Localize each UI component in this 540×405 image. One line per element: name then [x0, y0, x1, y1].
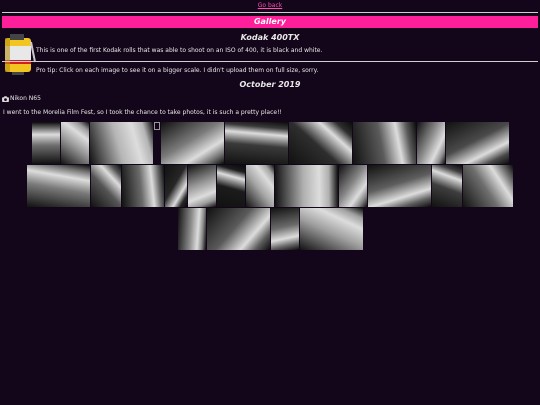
photo-thumbnail[interactable]	[416, 122, 445, 164]
roll-description: This is one of the first Kodak rolls tha…	[36, 47, 323, 54]
photo-thumbnail[interactable]	[31, 122, 60, 164]
photo-thumbnail[interactable]	[352, 122, 416, 164]
photo-thumbnail[interactable]	[165, 165, 187, 207]
photo-thumbnail[interactable]	[270, 208, 299, 250]
photo-thumbnail[interactable]	[206, 208, 270, 250]
photo-thumbnail[interactable]	[160, 122, 224, 164]
section-intro: I went to the Morelia Film Fest, so I to…	[3, 109, 282, 116]
divider	[2, 12, 538, 13]
divider	[2, 61, 538, 62]
broken-photo-thumbnail[interactable]	[153, 122, 160, 130]
camera-icon	[2, 95, 9, 102]
photo-thumbnail[interactable]	[27, 165, 90, 207]
photo-thumbnail[interactable]	[275, 165, 338, 207]
roll-title: Kodak 400TX	[240, 33, 300, 42]
page-title: Gallery	[2, 16, 538, 28]
photo-thumbnail[interactable]	[188, 165, 216, 207]
photo-thumbnail[interactable]	[288, 122, 352, 164]
photo-thumbnail[interactable]	[339, 165, 367, 207]
photo-thumbnail[interactable]	[432, 165, 462, 207]
photo-thumbnail[interactable]	[445, 122, 509, 164]
photo-gallery	[14, 122, 526, 250]
camera-name: Nikon N65	[10, 95, 41, 102]
photo-thumbnail[interactable]	[299, 208, 363, 250]
section-date: October 2019	[239, 80, 301, 89]
go-back-link[interactable]: Go back	[0, 2, 540, 9]
photo-thumbnail[interactable]	[246, 165, 274, 207]
photo-thumbnail[interactable]	[368, 165, 431, 207]
photo-thumbnail[interactable]	[463, 165, 513, 207]
photo-thumbnail[interactable]	[122, 165, 164, 207]
camera-label: Nikon N65	[2, 95, 41, 102]
photo-thumbnail[interactable]	[217, 165, 245, 207]
photo-thumbnail[interactable]	[60, 122, 89, 164]
photo-thumbnail[interactable]	[91, 165, 121, 207]
photo-thumbnail[interactable]	[89, 122, 153, 164]
pro-tip: Pro tip: Click on each image to see it o…	[36, 67, 319, 74]
photo-thumbnail[interactable]	[177, 208, 206, 250]
photo-thumbnail[interactable]	[224, 122, 288, 164]
